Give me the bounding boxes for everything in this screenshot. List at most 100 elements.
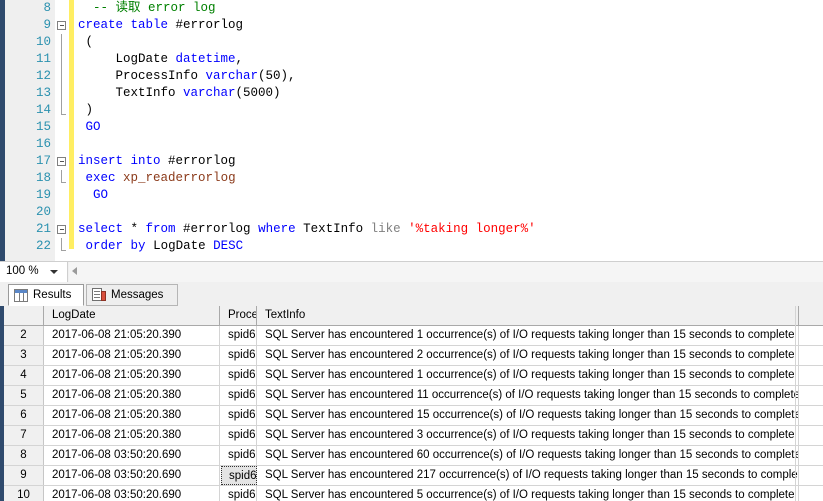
table-row[interactable]: 72017-06-08 21:05:20.380spid6sSQL Server…: [4, 426, 823, 446]
grid-icon: [14, 288, 28, 302]
table-row[interactable]: 22017-06-08 21:05:20.390spid6sSQL Server…: [4, 326, 823, 346]
line-number: 11: [35, 52, 51, 66]
fold-collapse-icon[interactable]: [57, 225, 66, 234]
cell-processinfo[interactable]: spid6s: [221, 406, 257, 425]
cell-processinfo[interactable]: spid6s: [221, 446, 257, 465]
cell-logdate[interactable]: 2017-06-08 03:50:20.690: [45, 466, 220, 485]
tab-results-label: Results: [33, 289, 72, 301]
cell-logdate[interactable]: 2017-06-08 03:50:20.690: [45, 446, 220, 465]
cell-textinfo[interactable]: SQL Server has encountered 60 occurrence…: [258, 446, 799, 465]
cell-textinfo[interactable]: SQL Server has encountered 5 occurrence(…: [258, 486, 799, 501]
code-line[interactable]: LogDate datetime,: [78, 51, 244, 68]
code-line[interactable]: create table #errorlog: [78, 17, 243, 34]
cell-processinfo[interactable]: spid6s: [221, 366, 257, 385]
editor-change-bar: [69, 0, 74, 249]
line-number: 19: [35, 188, 51, 202]
line-number: 8: [43, 1, 51, 15]
scroll-left-arrow-icon[interactable]: [72, 267, 77, 275]
code-line[interactable]: GO: [78, 119, 101, 136]
code-line[interactable]: order by LogDate DESC: [78, 238, 244, 255]
editor-fold-margin[interactable]: [55, 0, 79, 261]
sql-editor-pane[interactable]: 8 -- 读取 error log 9 create table #errorlog…: [0, 0, 823, 261]
cell-textinfo[interactable]: SQL Server has encountered 217 occurrenc…: [258, 466, 799, 485]
code-line[interactable]: select * from #errorlog where TextInfo l…: [78, 221, 536, 238]
line-number: 10: [35, 35, 51, 49]
results-grid[interactable]: LogDateProcessInfoTextInfo22017-06-08 21…: [0, 306, 823, 501]
cell-logdate[interactable]: 2017-06-08 21:05:20.390: [45, 326, 220, 345]
row-number-header[interactable]: 3: [4, 346, 44, 365]
line-number: 17: [35, 154, 51, 168]
cell-processinfo[interactable]: spid6s: [221, 326, 257, 345]
code-line[interactable]: ProcessInfo varchar(50),: [78, 68, 296, 85]
column-header-processinfo[interactable]: ProcessInfo: [221, 306, 257, 325]
line-number: 14: [35, 103, 51, 117]
row-number-header[interactable]: 10: [4, 486, 44, 501]
grid-corner-header[interactable]: [4, 306, 44, 325]
editor-horizontal-scrollbar[interactable]: [69, 262, 823, 282]
zoom-level-value: 100 %: [6, 265, 39, 277]
table-row[interactable]: 102017-06-08 03:50:20.690spid6sSQL Serve…: [4, 486, 823, 501]
fold-collapse-icon[interactable]: [57, 157, 66, 166]
table-row[interactable]: 92017-06-08 03:50:20.690spid6sSQL Server…: [4, 466, 823, 486]
code-line[interactable]: ): [78, 102, 94, 119]
row-number-header[interactable]: 7: [4, 426, 44, 445]
code-line[interactable]: TextInfo varchar(5000): [78, 85, 281, 102]
cell-processinfo[interactable]: spid6s: [221, 386, 257, 405]
line-number: 15: [35, 120, 51, 134]
row-number-header[interactable]: 2: [4, 326, 44, 345]
editor-selection-margin[interactable]: [5, 0, 17, 261]
zoom-level-dropdown[interactable]: 100 %: [0, 262, 68, 282]
cell-logdate[interactable]: 2017-06-08 21:05:20.390: [45, 346, 220, 365]
column-header-textinfo[interactable]: TextInfo: [258, 306, 799, 325]
tab-results[interactable]: Results: [8, 284, 84, 306]
results-tab-strip: Results Messages: [0, 282, 823, 306]
code-line[interactable]: exec xp_readerrorlog: [78, 170, 236, 187]
cell-textinfo[interactable]: SQL Server has encountered 1 occurrence(…: [258, 366, 799, 385]
tab-messages[interactable]: Messages: [86, 284, 178, 306]
cell-processinfo[interactable]: spid6s: [221, 426, 257, 445]
fold-guide-line: [61, 170, 62, 182]
row-number-header[interactable]: 6: [4, 406, 44, 425]
editor-status-row: 100 %: [0, 261, 823, 282]
cell-processinfo[interactable]: spid6s: [221, 346, 257, 365]
fold-collapse-icon[interactable]: [57, 21, 66, 30]
row-number-header[interactable]: 9: [4, 466, 44, 485]
fold-guide-line: [61, 85, 62, 102]
table-row[interactable]: 32017-06-08 21:05:20.390spid6sSQL Server…: [4, 346, 823, 366]
table-row[interactable]: 52017-06-08 21:05:20.380spid6sSQL Server…: [4, 386, 823, 406]
fold-guide-line: [61, 34, 62, 51]
row-number-header[interactable]: 8: [4, 446, 44, 465]
tab-messages-label: Messages: [111, 289, 164, 301]
fold-guide-foot: [61, 114, 66, 115]
row-number-header[interactable]: 4: [4, 366, 44, 385]
cell-logdate[interactable]: 2017-06-08 21:05:20.380: [45, 406, 220, 425]
code-line[interactable]: GO: [78, 187, 108, 204]
code-line[interactable]: insert into #errorlog: [78, 153, 236, 170]
cell-processinfo[interactable]: spid6s: [221, 466, 257, 485]
table-row[interactable]: 42017-06-08 21:05:20.390spid6sSQL Server…: [4, 366, 823, 386]
cell-textinfo[interactable]: SQL Server has encountered 15 occurrence…: [258, 406, 799, 425]
cell-processinfo[interactable]: spid6s: [221, 486, 257, 501]
cell-textinfo[interactable]: SQL Server has encountered 2 occurrence(…: [258, 346, 799, 365]
chevron-down-icon[interactable]: [50, 270, 58, 274]
line-number: 13: [35, 86, 51, 100]
table-row[interactable]: 82017-06-08 03:50:20.690spid6sSQL Server…: [4, 446, 823, 466]
line-number: 16: [35, 137, 51, 151]
grid-inner[interactable]: LogDateProcessInfoTextInfo22017-06-08 21…: [4, 306, 823, 501]
cell-logdate[interactable]: 2017-06-08 03:50:20.690: [45, 486, 220, 501]
cell-textinfo[interactable]: SQL Server has encountered 11 occurrence…: [258, 386, 799, 405]
code-line[interactable]: (: [78, 34, 94, 51]
column-header-logdate[interactable]: LogDate: [45, 306, 220, 325]
fold-guide-line: [61, 102, 62, 114]
grid-header-row: LogDateProcessInfoTextInfo: [4, 306, 823, 326]
cell-logdate[interactable]: 2017-06-08 21:05:20.380: [45, 426, 220, 445]
cell-textinfo[interactable]: SQL Server has encountered 3 occurrence(…: [258, 426, 799, 445]
fold-guide-line: [61, 68, 62, 85]
cell-textinfo[interactable]: SQL Server has encountered 1 occurrence(…: [258, 326, 799, 345]
table-row[interactable]: 62017-06-08 21:05:20.380spid6sSQL Server…: [4, 406, 823, 426]
cell-logdate[interactable]: 2017-06-08 21:05:20.380: [45, 386, 220, 405]
code-line[interactable]: -- 读取 error log: [78, 0, 216, 17]
row-number-header[interactable]: 5: [4, 386, 44, 405]
line-number: 12: [35, 69, 51, 83]
cell-logdate[interactable]: 2017-06-08 21:05:20.390: [45, 366, 220, 385]
